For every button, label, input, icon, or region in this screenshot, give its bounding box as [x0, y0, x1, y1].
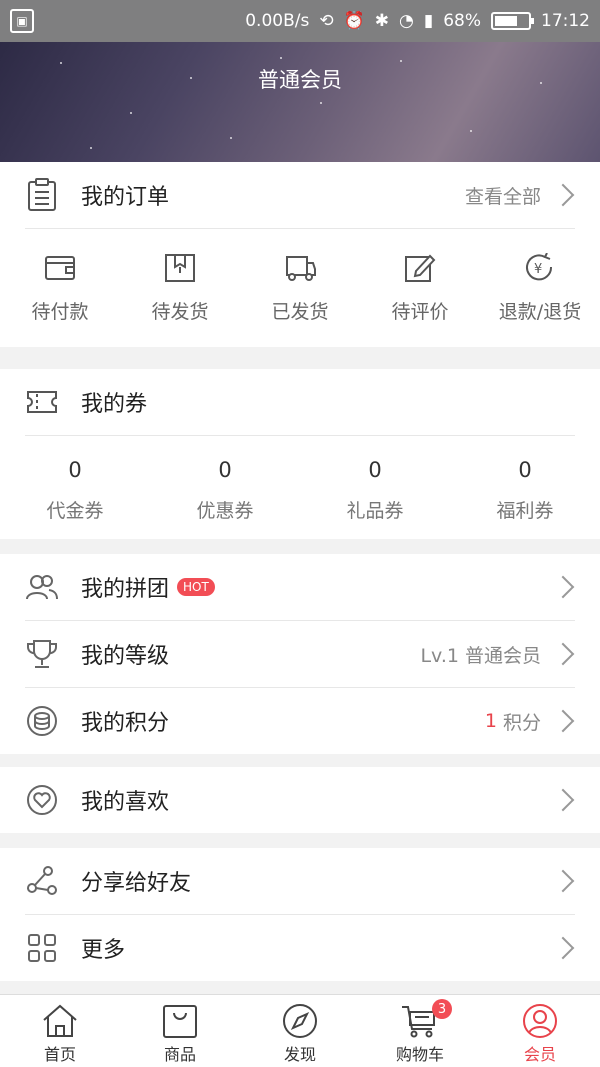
coupon-count: 0 [368, 458, 382, 482]
edit-icon [405, 254, 436, 282]
coupon-label: 优惠券 [196, 500, 254, 522]
chevron-right-icon [551, 183, 575, 207]
wifi-icon: ◔ [399, 11, 414, 31]
coupon-cash[interactable]: 0 代金券 [0, 436, 150, 539]
rotate-icon: ⟲ [319, 11, 334, 31]
battery-icon [491, 12, 534, 30]
order-status-pending-shipment[interactable]: 待发货 [120, 229, 240, 347]
tab-label: 购物车 [395, 1045, 444, 1064]
bluetooth-icon: ✱ [374, 11, 389, 31]
orders-title: 我的订单 [81, 185, 170, 210]
tab-label: 会员 [523, 1045, 556, 1064]
level-row[interactable]: 我的等级 Lv.1 普通会员 [0, 621, 600, 687]
order-status-refund[interactable]: ¥ 退款/退货 [480, 229, 600, 347]
grid-icon [25, 931, 59, 965]
bag-icon [163, 1005, 197, 1038]
trophy-icon [25, 637, 59, 671]
view-all-link[interactable]: 查看全部 [465, 182, 575, 209]
favorites-label: 我的喜欢 [81, 790, 170, 815]
view-all-label: 查看全部 [464, 185, 541, 208]
member-menu-card: 我的拼团 HOT 我的等级 Lv.1 普通会员 我的积分 1 积分 [0, 554, 600, 754]
coins-icon [25, 704, 59, 738]
coupon-count: 0 [218, 458, 232, 482]
tab-home[interactable]: 首页 [0, 995, 120, 1067]
tab-label: 发现 [283, 1045, 316, 1064]
tab-member[interactable]: 会员 [480, 995, 600, 1067]
home-icon [43, 1004, 77, 1037]
tab-discover[interactable]: 发现 [240, 995, 360, 1067]
member-title: 普通会员 [258, 68, 342, 92]
box-icon [165, 254, 195, 282]
level-value: Lv.1 普通会员 [420, 644, 541, 667]
points-row[interactable]: 我的积分 1 积分 [0, 688, 600, 754]
chevron-right-icon [551, 575, 575, 599]
wallet-icon [45, 256, 75, 280]
coupon-label: 代金券 [46, 500, 104, 522]
order-status-label: 待付款 [31, 301, 89, 323]
coupon-discount[interactable]: 0 优惠券 [150, 436, 300, 539]
favorites-row[interactable]: 我的喜欢 [0, 767, 600, 833]
coupons-card: 我的券 0 代金券 0 优惠券 0 礼品券 0 福利券 [0, 369, 600, 539]
refund-icon: ¥ [526, 253, 553, 281]
share-row[interactable]: 分享给好友 [0, 848, 600, 914]
coupons-row[interactable]: 我的券 [0, 369, 600, 435]
order-status-label: 已发货 [271, 301, 329, 323]
alarm-icon: ⏰ [343, 11, 365, 31]
coupon-label: 福利券 [496, 500, 554, 522]
more-label: 更多 [81, 938, 126, 963]
tab-cart[interactable]: 购物车 3 [360, 995, 480, 1067]
coupon-count: 0 [68, 458, 82, 482]
group-buy-label: 我的拼团 [81, 577, 170, 602]
chevron-right-icon [551, 642, 575, 666]
order-status-pending-review[interactable]: 待评价 [360, 229, 480, 347]
coupon-label: 礼品券 [346, 500, 404, 522]
chevron-right-icon [551, 788, 575, 812]
group-buy-row[interactable]: 我的拼团 HOT [0, 554, 600, 620]
hot-badge: HOT [177, 578, 215, 596]
users-icon [25, 570, 59, 604]
order-status-label: 退款/退货 [498, 301, 582, 323]
screenshot-icon: ▣ [10, 9, 34, 33]
cart-badge: 3 [432, 999, 452, 1019]
tab-label: 首页 [43, 1045, 76, 1064]
orders-card: 我的订单 查看全部 待付款 待发货 已发货 待评价 ¥ 退款/退货 [0, 162, 600, 347]
coupon-gift[interactable]: 0 礼品券 [300, 436, 450, 539]
bottom-tab-bar: 首页 商品 发现 购物车 3 会员 [0, 994, 600, 1067]
tab-label: 商品 [163, 1045, 196, 1064]
points-value: 1 [484, 710, 497, 732]
order-status-shipped[interactable]: 已发货 [240, 229, 360, 347]
coupon-count: 0 [518, 458, 532, 482]
heart-icon [25, 783, 59, 817]
order-status-label: 待评价 [391, 301, 449, 323]
chevron-right-icon [551, 709, 575, 733]
more-row[interactable]: 更多 [0, 915, 600, 981]
truck-icon [286, 256, 316, 281]
coupon-welfare[interactable]: 0 福利券 [450, 436, 600, 539]
clipboard-icon [25, 178, 59, 212]
member-header: 普通会员 [0, 42, 600, 162]
battery-percent: 68% [443, 11, 481, 31]
points-unit: 积分 [502, 711, 541, 734]
favorites-card: 我的喜欢 [0, 767, 600, 833]
order-status-pending-payment[interactable]: 待付款 [0, 229, 120, 347]
clock: 17:12 [541, 11, 590, 31]
svg-text:¥: ¥ [534, 262, 542, 277]
share-more-card: 分享给好友 更多 [0, 848, 600, 981]
signal-icon: ▮ [423, 11, 434, 31]
orders-row[interactable]: 我的订单 查看全部 [0, 162, 600, 228]
status-bar: ▣ 0.00B/s ⟲ ⏰ ✱ ◔ ▮ 68% 17:12 [0, 0, 600, 42]
coupons-title: 我的券 [81, 392, 148, 417]
tab-products[interactable]: 商品 [120, 995, 240, 1067]
member-icon [523, 1004, 557, 1038]
points-label: 我的积分 [81, 711, 170, 736]
order-status-label: 待发货 [151, 301, 209, 323]
compass-icon [283, 1004, 317, 1038]
level-label: 我的等级 [81, 644, 170, 669]
chevron-right-icon [551, 936, 575, 960]
chevron-right-icon [551, 869, 575, 893]
share-label: 分享给好友 [81, 871, 192, 896]
ticket-icon [25, 385, 59, 419]
share-icon [25, 864, 59, 898]
network-speed: 0.00B/s [245, 11, 310, 31]
